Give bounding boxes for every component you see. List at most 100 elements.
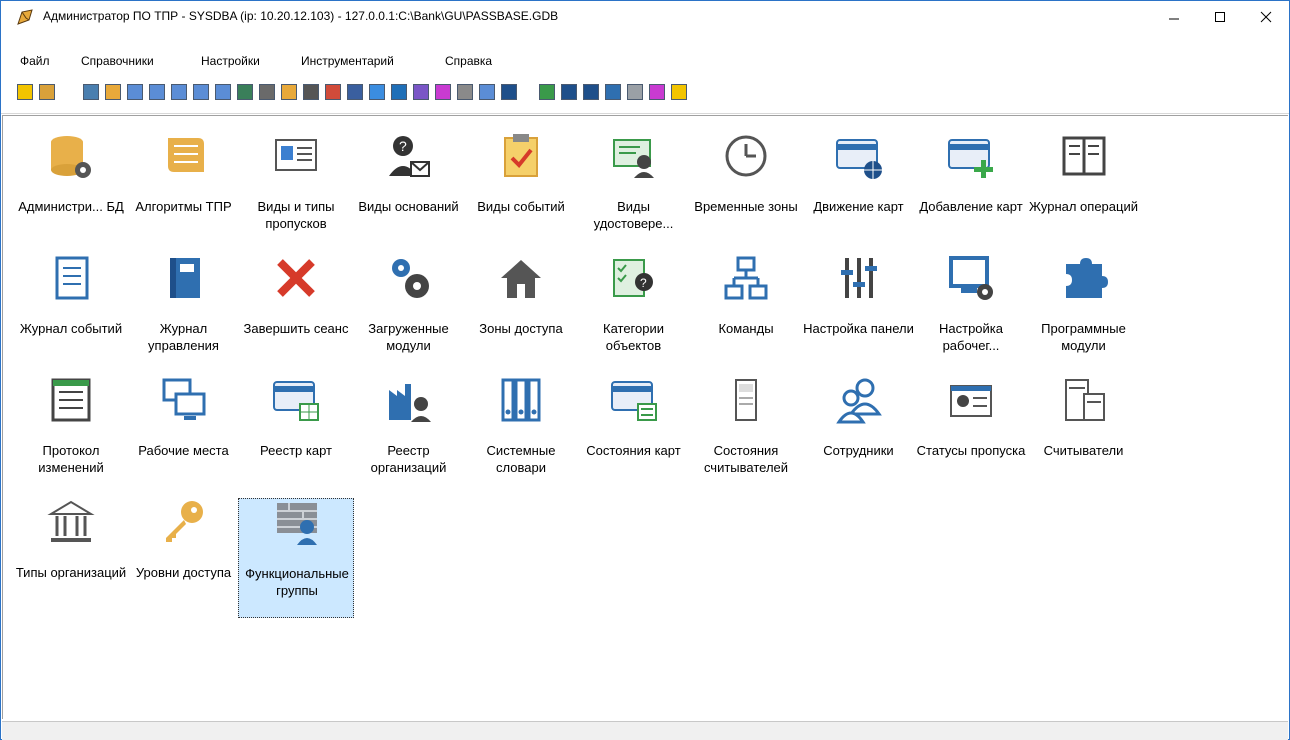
window-title: Администратор ПО ТПР - SYSDBA (ip: 10.20… (43, 9, 559, 23)
toolbar-button-columns[interactable] (433, 81, 453, 103)
title-bar[interactable]: Администратор ПО ТПР - SYSDBA (ip: 10.20… (1, 1, 1289, 33)
toolbar-button-checklist[interactable] (323, 81, 343, 103)
toolbar-button-panel[interactable] (559, 81, 579, 103)
menu-file[interactable]: Файл (20, 54, 50, 68)
card-state-icon (610, 376, 658, 424)
module-item-31[interactable]: Типы организаций (13, 498, 129, 618)
module-item-5[interactable]: Виды событий (463, 132, 579, 252)
toolbar-button-book[interactable] (603, 81, 623, 103)
grid5-icon (259, 84, 275, 100)
toolbar-button-admin-db[interactable] (81, 81, 101, 103)
toolbar-button-grid2[interactable] (191, 81, 211, 103)
module-item-13[interactable]: Завершить сеанс (238, 254, 354, 374)
module-item-32[interactable]: Уровни доступа (126, 498, 242, 618)
module-item-19[interactable]: Настройка рабочег... (913, 254, 1029, 374)
module-item-27[interactable]: Состояния считывателей (688, 376, 804, 496)
module-item-6[interactable]: Виды удостовере... (576, 132, 692, 252)
app-icon (17, 9, 33, 25)
module-item-15[interactable]: Зоны доступа (463, 254, 579, 374)
card-plus-icon (947, 132, 995, 180)
toolbar-button-log[interactable] (581, 81, 601, 103)
module-item-18[interactable]: Настройка панели (801, 254, 917, 374)
toolbar-button-open[interactable] (37, 81, 57, 103)
toolbar-button-chart[interactable] (455, 81, 475, 103)
module-item-26[interactable]: Состояния карт (576, 376, 692, 496)
menu-directories[interactable]: Справочники (81, 54, 154, 68)
module-item-12[interactable]: Журнал управления (126, 254, 242, 374)
module-item-21[interactable]: Протокол изменений (13, 376, 129, 496)
readers-icon (1060, 376, 1108, 424)
module-item-25[interactable]: Системные словари (463, 376, 579, 496)
module-item-10[interactable]: Журнал операций (1026, 132, 1142, 252)
icon-grid: Администри... БД Алгоритмы ТПР Виды и типы… (2, 115, 1288, 719)
module-item-label: Рабочие места (138, 443, 229, 458)
module-item-label: Состояния карт (586, 443, 681, 458)
module-item-17[interactable]: Команды (688, 254, 804, 374)
module-item-33[interactable]: Функциональные группы (238, 498, 354, 618)
toolbar-button-exit[interactable] (15, 81, 35, 103)
minimize-button[interactable] (1151, 1, 1197, 33)
download-icon (671, 84, 687, 100)
maximize-button[interactable] (1197, 1, 1243, 33)
scroll-icon (160, 132, 208, 180)
blue-book-icon (160, 254, 208, 302)
toolbar-button-user-key[interactable] (301, 81, 321, 103)
module-item-label: Категории объектов (603, 321, 664, 353)
menu-help[interactable]: Справка (445, 54, 492, 68)
module-item-24[interactable]: Реестр организаций (351, 376, 467, 496)
close-button[interactable] (1243, 1, 1289, 33)
book-icon (605, 84, 621, 100)
module-item-11[interactable]: Журнал событий (13, 254, 129, 374)
module-item-16[interactable]: ? Категории объектов (576, 254, 692, 374)
toolbar-button-grid4[interactable] (235, 81, 255, 103)
module-item-14[interactable]: Загруженные модули (351, 254, 467, 374)
toolbar-button-card-reg[interactable] (625, 81, 645, 103)
toolbar-button-home[interactable] (345, 81, 365, 103)
module-item-29[interactable]: Статусы пропуска (913, 376, 1029, 496)
toolbar-button-pass-types[interactable] (103, 81, 123, 103)
toolbar-button-workstation[interactable] (389, 81, 409, 103)
module-item-30[interactable]: Считыватели (1026, 376, 1142, 496)
toolbar-button-save[interactable] (367, 81, 387, 103)
menu-settings[interactable]: Настройки (201, 54, 260, 68)
toolbar-button-computer[interactable] (279, 81, 299, 103)
module-item-label: Команды (718, 321, 774, 336)
toolbar-button-card[interactable] (499, 81, 519, 103)
save-icon (369, 84, 385, 100)
toolbar-separator (1, 113, 1289, 114)
module-item-22[interactable]: Рабочие места (126, 376, 242, 496)
toolbar-button-puzzle[interactable] (411, 81, 431, 103)
module-item-label: Виды оснований (358, 199, 459, 214)
ledger-icon (47, 376, 95, 424)
menu-tools[interactable]: Инструментарий (301, 54, 394, 68)
module-item-4[interactable]: ? Виды оснований (351, 132, 467, 252)
pass-types-icon (105, 84, 121, 100)
toolbar-button-grid1[interactable] (169, 81, 189, 103)
toolbar-button-list[interactable] (537, 81, 557, 103)
grid4-icon (237, 84, 253, 100)
person-question-mail-icon: ? (385, 132, 433, 180)
columns-icon (435, 84, 451, 100)
module-item-23[interactable]: Реестр карт (238, 376, 354, 496)
toolbar-button-settings[interactable] (647, 81, 667, 103)
module-item-label: Виды и типы пропусков (257, 199, 335, 231)
module-item-7[interactable]: Временные зоны (688, 132, 804, 252)
toolbar-button-grid5[interactable] (257, 81, 277, 103)
module-item-9[interactable]: Добавление карт (913, 132, 1029, 252)
module-item-28[interactable]: Сотрудники (801, 376, 917, 496)
module-item-2[interactable]: Алгоритмы ТПР (126, 132, 242, 252)
toolbar-button-bank[interactable] (477, 81, 497, 103)
toolbar-button-download[interactable] (669, 81, 689, 103)
module-item-label: Зоны доступа (479, 321, 563, 336)
certificate-person-icon (610, 132, 658, 180)
module-item-3[interactable]: Виды и типы пропусков (238, 132, 354, 252)
toolbar-button-grid3[interactable] (213, 81, 233, 103)
module-item-8[interactable]: Движение карт (801, 132, 917, 252)
toolbar-button-modules[interactable] (147, 81, 167, 103)
grid3-icon (215, 84, 231, 100)
module-item-1[interactable]: Администри... БД (13, 132, 129, 252)
database-gear-icon (47, 132, 95, 180)
open-icon (39, 84, 55, 100)
module-item-20[interactable]: Программные модули (1026, 254, 1142, 374)
toolbar-button-algorithms[interactable] (125, 81, 145, 103)
